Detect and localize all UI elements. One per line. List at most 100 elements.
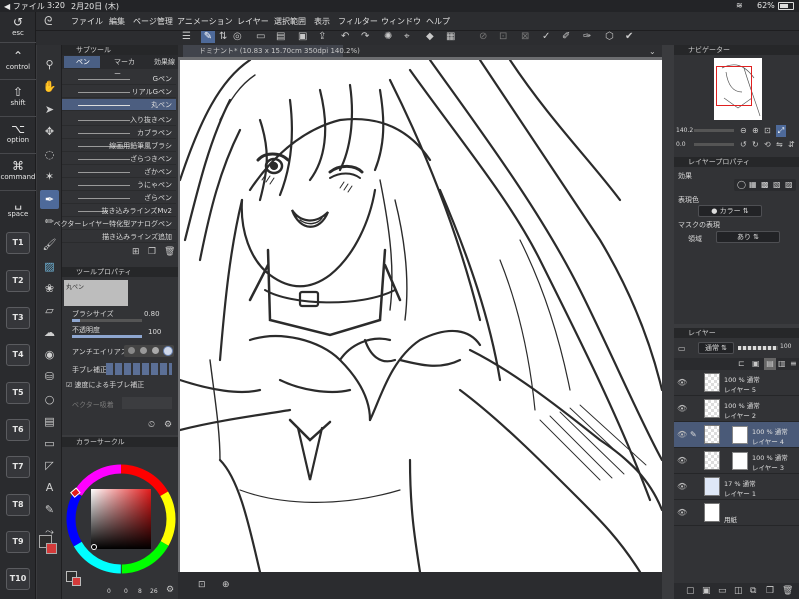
rotate-right-icon[interactable]: ↻ <box>752 139 759 151</box>
zoom-in-icon[interactable]: ⊕ <box>752 125 759 137</box>
document-tab[interactable]: ドミナント* (10.83 x 15.70cm 350dpi 140.2%) <box>183 45 360 57</box>
updown-icon[interactable]: ⇅ <box>219 31 227 43</box>
back-to-app-link[interactable]: ◀ ファイル <box>4 1 45 12</box>
effect-buttons[interactable]: ◯ ▦ ▩ ▧ ▨ <box>734 179 796 191</box>
new-folder-icon[interactable]: ▭ <box>718 585 727 597</box>
t1-button[interactable]: T1 <box>6 232 30 254</box>
check-icon[interactable]: ✓ <box>542 31 550 43</box>
new-raster-layer-icon[interactable]: ▢ <box>686 585 695 597</box>
speed-checkbox[interactable]: ☑ 速度による手ブレ補正 <box>66 380 144 390</box>
brush-check-icon[interactable]: ✐ <box>562 31 570 43</box>
brush-item[interactable]: Gペン <box>62 73 176 85</box>
menu-file[interactable]: ファイル <box>71 16 103 27</box>
fit-view-icon[interactable]: ⊡ <box>198 579 206 591</box>
antialias-selector[interactable] <box>124 345 174 357</box>
t8-button[interactable]: T8 <box>6 494 30 516</box>
layer-row[interactable]: 👁 17 % 通常 レイヤー 1 <box>674 474 799 500</box>
tab-marker[interactable]: マーカー <box>102 56 140 78</box>
menu-selection[interactable]: 選択範囲 <box>274 16 306 27</box>
layer-row[interactable]: 👁 100 % 通常 レイヤー 5 <box>674 370 799 396</box>
rotate-left-icon[interactable]: ↺ <box>740 139 747 151</box>
brush-item-selected[interactable]: 丸ペン <box>62 99 176 111</box>
open-file-icon[interactable]: ▤ <box>276 31 285 43</box>
option-key[interactable]: ⌥ option <box>0 123 36 145</box>
menu-animation[interactable]: アニメーション <box>177 16 233 27</box>
t10-button[interactable]: T10 <box>6 568 30 590</box>
shift-key[interactable]: ⇧ shift <box>0 86 36 108</box>
zoom-value[interactable]: 140.2 <box>676 127 693 134</box>
fit-icon[interactable]: ⤢ <box>776 125 786 137</box>
visibility-eye-icon[interactable]: 👁 <box>677 508 687 517</box>
mask-icon[interactable]: ▥ <box>778 358 786 370</box>
ruler-check-icon[interactable]: ✔ <box>625 31 633 43</box>
clip-icon[interactable]: ⊏ <box>738 358 745 370</box>
text-tool-icon[interactable]: A <box>40 478 59 497</box>
menu-help[interactable]: ヘルプ <box>426 16 450 27</box>
drawing-canvas[interactable] <box>180 60 662 572</box>
magic-wand-icon[interactable]: ✶ <box>40 167 59 186</box>
new-vector-layer-icon[interactable]: ▣ <box>702 585 711 597</box>
copy-subtool-icon[interactable]: ❐ <box>148 246 156 258</box>
reference-icon[interactable]: ▣ <box>752 358 760 370</box>
duplicate-icon[interactable]: ❐ <box>766 585 774 597</box>
vector-snap-selector[interactable] <box>122 397 172 409</box>
menu-filter[interactable]: フィルター <box>338 16 378 27</box>
effect-other-icon[interactable]: ▨ <box>785 180 793 189</box>
target-icon[interactable]: ◎ <box>233 31 242 43</box>
layer-row[interactable]: 👁 用紙 <box>674 500 799 526</box>
brush-tool-icon[interactable]: 🖌 <box>40 235 59 254</box>
rotation-slider[interactable] <box>694 143 734 146</box>
reset-view-icon[interactable]: ⊕ <box>222 579 230 591</box>
t3-button[interactable]: T3 <box>6 307 30 329</box>
reset-rotation-icon[interactable]: ⟲ <box>764 139 771 151</box>
visibility-eye-icon[interactable]: 👁 <box>677 456 687 465</box>
arrow-tool-icon[interactable]: ➤ <box>40 100 59 119</box>
crop-icon[interactable]: ▦ <box>446 31 455 43</box>
frame-tool-icon[interactable]: ▭ <box>40 434 59 453</box>
rotation-value[interactable]: 0.0 <box>676 141 686 148</box>
zoom-out-icon[interactable]: ⊖ <box>740 125 747 137</box>
brush-item[interactable]: ざかペン <box>62 166 176 178</box>
opacity-slider[interactable] <box>72 335 142 338</box>
settings-icon[interactable]: ⚙ <box>164 419 172 431</box>
tab-effect-line[interactable]: 効果線 <box>142 56 178 68</box>
undo-icon[interactable]: ↶ <box>341 31 349 43</box>
airbrush-tool-icon[interactable]: ▨ <box>40 257 59 276</box>
t2-button[interactable]: T2 <box>6 270 30 292</box>
redo-icon[interactable]: ↷ <box>361 31 369 43</box>
zoom-tool-icon[interactable]: ⚲ <box>40 55 59 74</box>
opacity-value[interactable]: 100 <box>148 328 161 336</box>
brush-item[interactable]: 線画用鉛筆風ブラシ <box>62 140 176 152</box>
visibility-eye-icon[interactable]: 👁 <box>677 404 687 413</box>
actual-size-icon[interactable]: ⊡ <box>764 125 771 137</box>
menu-page[interactable]: ページ管理 <box>133 16 173 27</box>
brush-item[interactable]: 描き込みラインズ追加 <box>62 231 176 243</box>
color-mode-select[interactable]: ● カラー ⇅ <box>698 205 762 217</box>
brush-item[interactable]: ざらペン <box>62 192 176 204</box>
pen-tool-icon[interactable]: ✒ <box>40 190 59 209</box>
transform-icon[interactable]: ⌖ <box>404 31 410 43</box>
brush-item[interactable]: ざらつきペン <box>62 153 176 165</box>
effect-color-icon[interactable]: ▩ <box>761 180 769 189</box>
visibility-eye-icon[interactable]: 👁 <box>677 430 687 439</box>
effect-extract-icon[interactable]: ▧ <box>773 180 781 189</box>
control-key[interactable]: ⌃ control <box>0 50 36 72</box>
menu-edit[interactable]: 編集 <box>109 16 125 27</box>
layer-opacity-slider[interactable] <box>738 346 778 350</box>
eraser-tool-icon[interactable]: ▱ <box>40 301 59 320</box>
delete-layer-icon[interactable]: 🗑 <box>782 585 793 597</box>
ruler-tool-icon[interactable]: ◸ <box>40 456 59 475</box>
t4-button[interactable]: T4 <box>6 344 30 366</box>
t6-button[interactable]: T6 <box>6 419 30 441</box>
brush-item[interactable]: リアルGペン <box>62 86 176 98</box>
layer-opacity-value[interactable]: 100 <box>780 343 791 350</box>
move-tool-icon[interactable]: ✥ <box>40 122 59 141</box>
menu-icon[interactable]: ≡ <box>790 358 797 370</box>
menu-layer[interactable]: レイヤー <box>237 16 269 27</box>
figure-tool-icon[interactable]: ○ <box>40 390 59 409</box>
trash-icon[interactable]: 🗑 <box>164 246 175 258</box>
bucket-tool-icon[interactable]: ⛁ <box>40 367 59 386</box>
lasso-tool-icon[interactable]: ◌ <box>40 145 59 164</box>
command-key[interactable]: ⌘ command <box>0 160 36 182</box>
flip-horizontal-icon[interactable]: ⇋ <box>776 139 783 151</box>
